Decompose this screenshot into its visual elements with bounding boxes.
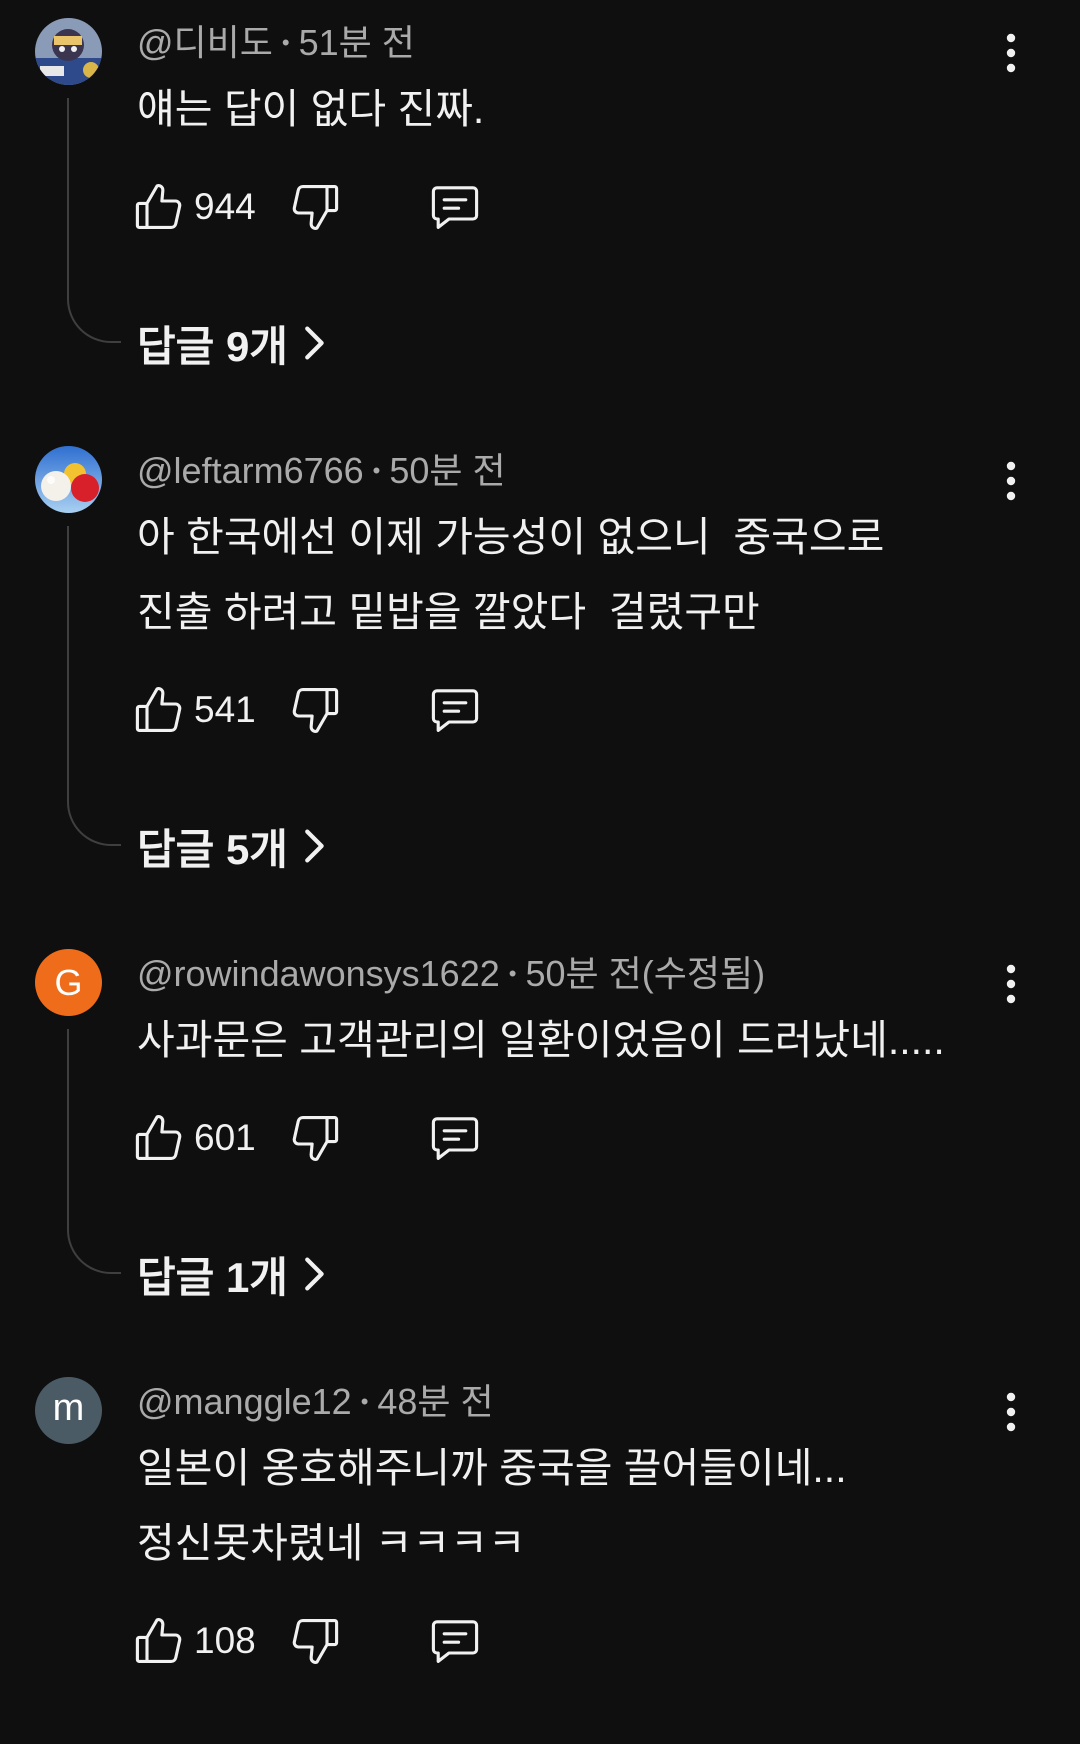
separator: • — [360, 1389, 369, 1414]
comment-thread: @디비도 • 51분 전 얘는 답이 없다 진짜. 944 답글 9개 — [0, 18, 1080, 373]
comment-text-line: 일본이 옹호해주니까 중국을 끌어들이네... — [137, 1445, 847, 1491]
like-count: 108 — [194, 1620, 256, 1661]
chevron-right-icon — [288, 320, 336, 366]
like-button[interactable]: 601 — [135, 1108, 256, 1168]
comment-meta: @manggle12 • 48분 전 — [137, 1377, 1067, 1427]
thumbs-up-icon — [135, 1617, 183, 1665]
reply-button[interactable] — [431, 686, 479, 734]
comment-thread: @leftarm6766 • 50분 전 아 한국에선 이제 가능성이 없으니 중국… — [0, 446, 1080, 876]
timestamp[interactable]: 50분 전(수정됨) — [525, 953, 765, 994]
avatar[interactable]: G — [35, 949, 102, 1016]
comment-thread: G @rowindawonsys1622 • 50분 전(수정됨) 사과문은 고객관… — [0, 949, 1080, 1304]
thread-line — [67, 526, 121, 846]
comment-thread: m @manggle12 • 48분 전 일본이 옹호해주니까 중국을 끌어들이네.… — [0, 1377, 1080, 1671]
separator: • — [281, 30, 290, 55]
comment-actions: 601 — [135, 1108, 1067, 1168]
thumbs-up-icon — [135, 183, 183, 231]
separator: • — [508, 961, 517, 986]
dislike-button[interactable] — [291, 686, 339, 734]
thread-line — [67, 98, 121, 343]
more-options-button[interactable] — [993, 32, 1029, 74]
chevron-right-icon — [288, 823, 336, 869]
more-vert-icon — [993, 460, 1029, 502]
reply-button[interactable] — [431, 1617, 479, 1665]
thumbs-down-icon — [291, 1617, 339, 1665]
like-count: 944 — [194, 186, 256, 227]
thread-line — [67, 1029, 121, 1274]
like-button[interactable]: 541 — [135, 680, 256, 740]
comment-text-line: 사과문은 고객관리의 일환이었음이 드러났네..... — [137, 1017, 945, 1063]
replies-label: 답글 5개 — [137, 825, 288, 873]
comment-feed: @디비도 • 51분 전 얘는 답이 없다 진짜. 944 답글 9개 @lef… — [0, 18, 1080, 1744]
view-replies-button[interactable]: 답글 9개 — [137, 313, 1067, 373]
comment-icon — [431, 1617, 479, 1665]
like-count: 541 — [194, 689, 256, 730]
like-button[interactable]: 108 — [135, 1611, 256, 1671]
timestamp[interactable]: 51분 전 — [299, 22, 415, 63]
comment-text: 일본이 옹호해주니까 중국을 끌어들이네... 정신못차렸네 ㅋㅋㅋㅋ — [137, 1431, 1067, 1581]
more-options-button[interactable] — [993, 963, 1029, 1005]
more-options-button[interactable] — [993, 1391, 1029, 1433]
comment-text-line: 아 한국에선 이제 가능성이 없으니 중국으로 — [137, 514, 885, 560]
replies-label: 답글 1개 — [137, 1253, 288, 1301]
comment-text: 사과문은 고객관리의 일환이었음이 드러났네..... — [137, 1003, 1067, 1078]
more-vert-icon — [993, 1391, 1029, 1433]
comment-body: @디비도 • 51분 전 얘는 답이 없다 진짜. 944 답글 9개 — [135, 18, 1067, 373]
dislike-button[interactable] — [291, 183, 339, 231]
like-button[interactable]: 944 — [135, 177, 256, 237]
thumbs-up-icon — [135, 1114, 183, 1162]
comment-actions: 541 — [135, 680, 1067, 740]
avatar[interactable] — [35, 446, 102, 513]
username[interactable]: @manggle12 — [137, 1381, 352, 1422]
comment-text-line: 얘는 답이 없다 진짜. — [137, 86, 485, 132]
avatar[interactable] — [35, 18, 102, 85]
comment-meta: @leftarm6766 • 50분 전 — [137, 446, 1067, 496]
comment-text-line: 진출 하려고 밑밥을 깔았다 걸렸구만 — [137, 589, 760, 635]
comment-actions: 944 — [135, 177, 1067, 237]
comment-meta: @디비도 • 51분 전 — [137, 18, 1067, 68]
more-options-button[interactable] — [993, 460, 1029, 502]
chevron-right-icon — [288, 1251, 336, 1297]
timestamp[interactable]: 48분 전 — [377, 1381, 493, 1422]
username[interactable]: @rowindawonsys1622 — [137, 953, 500, 994]
replies-label: 답글 9개 — [137, 322, 288, 370]
thumbs-down-icon — [291, 686, 339, 734]
comment-actions: 108 — [135, 1611, 1067, 1671]
dislike-button[interactable] — [291, 1617, 339, 1665]
dislike-button[interactable] — [291, 1114, 339, 1162]
comment-body: @leftarm6766 • 50분 전 아 한국에선 이제 가능성이 없으니 중국… — [135, 446, 1067, 876]
username[interactable]: @leftarm6766 — [137, 450, 364, 491]
timestamp[interactable]: 50분 전 — [389, 450, 505, 491]
comment-text: 아 한국에선 이제 가능성이 없으니 중국으로 진출 하려고 밑밥을 깔았다 걸… — [137, 500, 1067, 650]
thumbs-up-icon — [135, 686, 183, 734]
reply-button[interactable] — [431, 1114, 479, 1162]
comment-text: 얘는 답이 없다 진짜. — [137, 72, 1067, 147]
view-replies-button[interactable]: 답글 5개 — [137, 816, 1067, 876]
thumbs-down-icon — [291, 1114, 339, 1162]
comment-body: @manggle12 • 48분 전 일본이 옹호해주니까 중국을 끌어들이네...… — [135, 1377, 1067, 1671]
separator: • — [372, 458, 381, 483]
like-count: 601 — [194, 1117, 256, 1158]
comment-icon — [431, 686, 479, 734]
more-vert-icon — [993, 32, 1029, 74]
reply-button[interactable] — [431, 183, 479, 231]
more-vert-icon — [993, 963, 1029, 1005]
comment-icon — [431, 1114, 479, 1162]
comment-icon — [431, 183, 479, 231]
comment-meta: @rowindawonsys1622 • 50분 전(수정됨) — [137, 949, 1067, 999]
username[interactable]: @디비도 — [137, 22, 273, 63]
comment-text-line: 정신못차렸네 ㅋㅋㅋㅋ — [137, 1520, 526, 1566]
thumbs-down-icon — [291, 183, 339, 231]
avatar[interactable]: m — [35, 1377, 102, 1444]
comment-body: @rowindawonsys1622 • 50분 전(수정됨) 사과문은 고객관리의… — [135, 949, 1067, 1304]
view-replies-button[interactable]: 답글 1개 — [137, 1244, 1067, 1304]
